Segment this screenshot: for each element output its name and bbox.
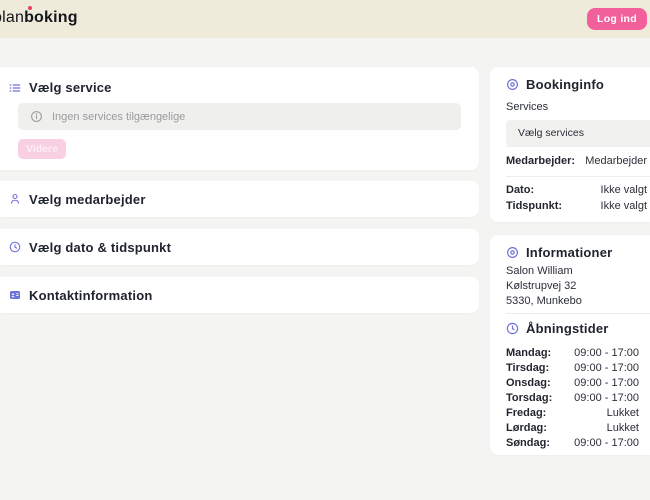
booking-info-panel: Bookinginfo Services Vælg services Medar…: [490, 67, 650, 222]
clock-icon: [506, 322, 519, 335]
login-button[interactable]: Log ind: [586, 8, 647, 30]
id-card-icon: [9, 289, 21, 301]
hours-row-friday: Fredag: Lukket: [490, 405, 650, 420]
booking-row-employee: Medarbejder: Medarbejder: [490, 154, 650, 168]
person-icon: [9, 193, 21, 205]
target-icon: [506, 78, 519, 91]
choose-service-title: Vælg service: [29, 80, 112, 95]
salon-name: Salon William: [506, 265, 573, 277]
opening-hours-header: Åbningstider: [490, 321, 609, 336]
booking-info-title: Bookinginfo: [526, 77, 605, 92]
booking-row-label: Tidspunkt:: [506, 200, 563, 212]
information-header: Informationer: [490, 245, 612, 260]
booking-info-header: Bookinginfo: [490, 77, 604, 92]
hours-value: Lukket: [606, 406, 639, 419]
choose-datetime-title: Vælg dato & tidspunkt: [29, 239, 172, 255]
choose-datetime-card[interactable]: Vælg dato & tidspunkt: [0, 229, 479, 265]
booking-page: planboking Log ind Vælg service Ingen se…: [0, 0, 650, 500]
choose-datetime-header: Vælg dato & tidspunkt: [0, 240, 171, 255]
services-label: Services: [506, 101, 549, 113]
hours-value: 09:00 - 17:00: [574, 436, 639, 449]
hours-day: Tirsdag:: [506, 361, 550, 374]
booking-row-value: Ikke valgt: [600, 200, 647, 212]
no-services-notice: Ingen services tilgængelige: [18, 103, 461, 130]
hours-row-thursday: Torsdag: 09:00 - 17:00: [490, 390, 650, 405]
hours-day: Onsdag:: [506, 376, 551, 389]
choose-service-header: Vælg service: [0, 80, 112, 95]
list-icon: [9, 82, 21, 94]
hours-value: 09:00 - 17:00: [574, 376, 639, 389]
clock-icon: [9, 241, 21, 253]
salon-street: Kølstrupvej 32: [506, 280, 577, 293]
logo-plain-part: plan: [0, 9, 25, 26]
choose-service-card: Vælg service Ingen services tilgængelige…: [0, 67, 479, 170]
hours-row-saturday: Lørdag: Lukket: [490, 420, 650, 435]
hours-row-tuesday: Tirsdag: 09:00 - 17:00: [490, 360, 650, 375]
hours-value: 09:00 - 17:00: [574, 361, 639, 374]
hours-day: Lørdag:: [506, 421, 547, 434]
opening-hours-title: Åbningstider: [526, 321, 609, 336]
booking-row-label: Medarbejder:: [506, 155, 576, 167]
information-panel: Informationer Salon William Kølstrupvej …: [490, 235, 650, 455]
hours-day: Fredag:: [506, 406, 547, 419]
contact-info-title: Kontaktinformation: [29, 287, 153, 303]
contact-info-card[interactable]: Kontaktinformation: [0, 277, 479, 313]
planbooking-logo[interactable]: planboking: [0, 9, 78, 27]
divider: [506, 176, 650, 177]
contact-info-header: Kontaktinformation: [0, 288, 152, 303]
hours-row-sunday: Søndag: 09:00 - 17:00: [490, 435, 650, 450]
booking-row-value: Ikke valgt: [600, 184, 647, 196]
hours-row-wednesday: Onsdag: 09:00 - 17:00: [490, 375, 650, 390]
hours-day: Torsdag:: [506, 391, 553, 404]
logo-bold-start: bo: [24, 9, 45, 26]
salon-address: Salon William Kølstrupvej 32 5330, Munke…: [506, 264, 582, 310]
booking-row-date: Dato: Ikke valgt: [490, 183, 650, 197]
services-select[interactable]: Vælg services: [506, 120, 650, 146]
hours-value: Lukket: [606, 421, 639, 434]
hours-value: 09:00 - 17:00: [574, 346, 639, 359]
booking-row-value: Medarbejder: [585, 155, 647, 167]
choose-employee-header: Vælg medarbejder: [0, 192, 146, 207]
continue-button[interactable]: Videre: [18, 139, 66, 159]
hours-row-monday: Mandag: 09:00 - 17:00: [490, 345, 650, 360]
top-header: planboking Log ind: [0, 0, 650, 38]
info-icon: [30, 110, 43, 123]
booking-row-time: Tidspunkt: Ikke valgt: [490, 199, 650, 213]
choose-employee-title: Vælg medarbejder: [29, 191, 146, 207]
hours-day: Søndag:: [506, 436, 550, 449]
hours-value: 09:00 - 17:00: [574, 391, 639, 404]
logo-bold-end: king: [44, 9, 78, 26]
booking-row-label: Dato:: [506, 184, 535, 196]
divider: [506, 313, 650, 314]
hours-day: Mandag:: [506, 346, 552, 359]
no-services-message: Ingen services tilgængelige: [52, 110, 186, 123]
divider: [506, 146, 650, 147]
salon-city: 5330, Munkebo: [506, 295, 582, 308]
choose-employee-card[interactable]: Vælg medarbejder: [0, 181, 479, 217]
information-title: Informationer: [526, 245, 613, 260]
target-icon: [506, 246, 519, 259]
